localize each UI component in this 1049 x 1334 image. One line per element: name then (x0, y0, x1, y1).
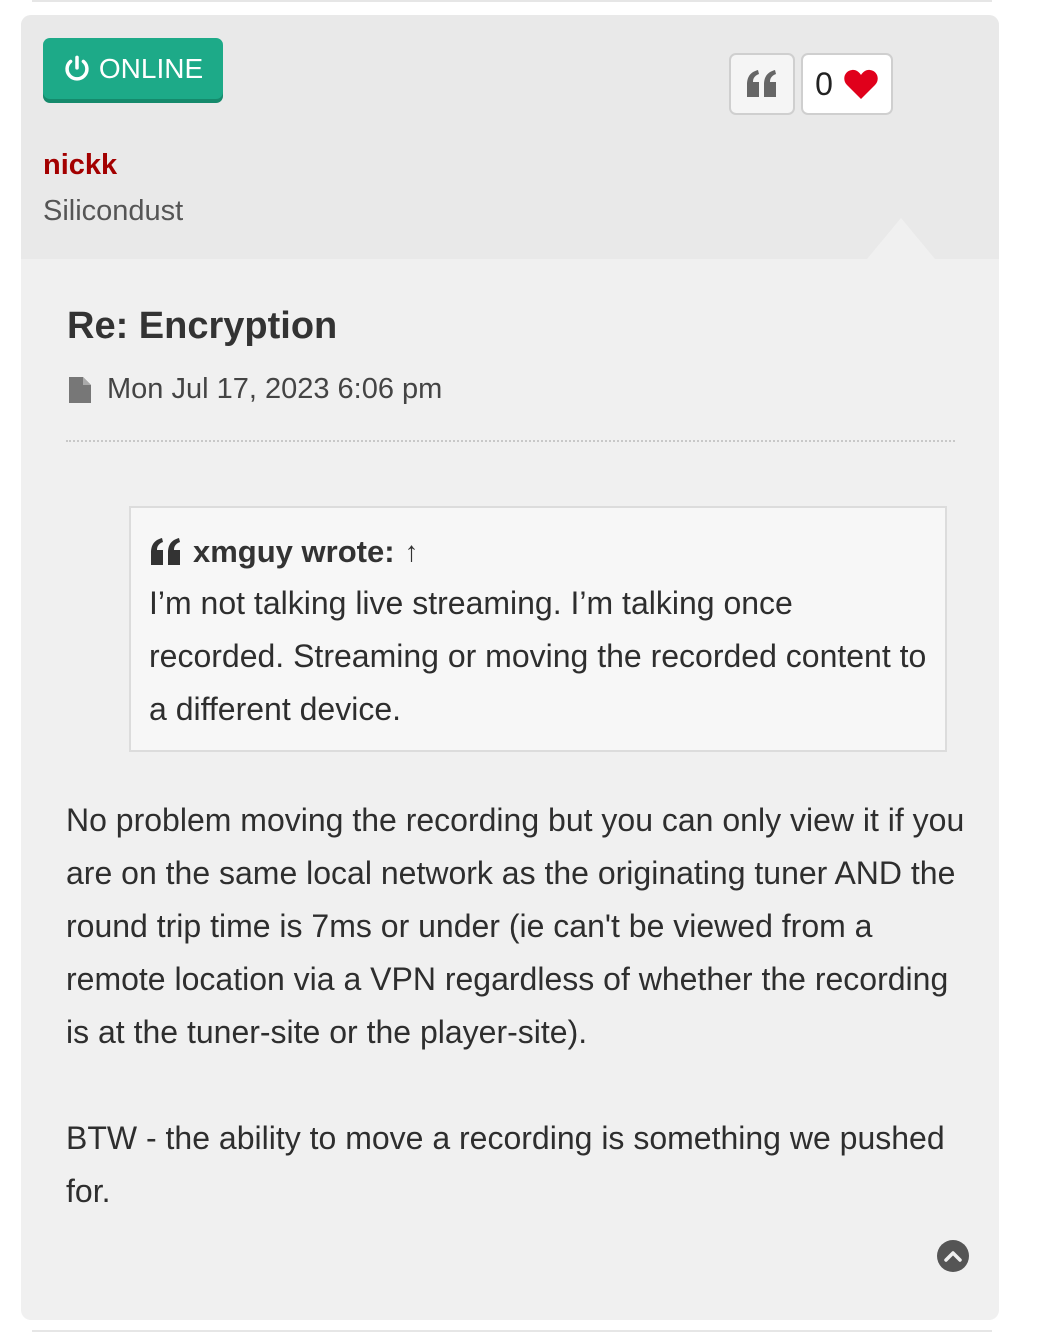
quote-button[interactable] (729, 53, 795, 115)
post-meta: Mon Jul 17, 2023 6:06 pm (67, 373, 442, 406)
bottom-divider (32, 1330, 992, 1332)
quote-header: xmguy wrote: ↑ (149, 530, 927, 574)
post-title[interactable]: Re: Encryption (67, 305, 337, 348)
quote-icon (747, 70, 776, 97)
document-icon (69, 376, 91, 403)
username-link[interactable]: nickk (43, 149, 117, 182)
top-divider (32, 0, 992, 2)
meta-divider (66, 440, 955, 442)
power-icon (65, 55, 89, 81)
quote-text: I’m not talking live streaming. I’m talk… (149, 585, 927, 727)
go-to-quoted-post-link[interactable]: ↑ (405, 536, 419, 568)
quote-icon (151, 538, 180, 565)
online-status-badge: ONLINE (43, 38, 223, 99)
back-to-top-button[interactable] (937, 1240, 969, 1272)
user-rank: Silicondust (43, 195, 184, 227)
post-card: ONLINE nickk Silicondust 0 Re: Encryptio… (21, 15, 999, 1320)
post-body-paragraph: No problem moving the recording but you … (66, 802, 965, 1050)
profile-notch (867, 218, 935, 259)
chevron-up-icon (944, 1251, 962, 1262)
post-body-paragraph: BTW - the ability to move a recording is… (66, 1120, 945, 1209)
post-profile: ONLINE nickk Silicondust 0 (21, 15, 999, 259)
post-body: No problem moving the recording but you … (66, 794, 966, 1218)
like-button[interactable]: 0 (801, 53, 893, 115)
post-date: Mon Jul 17, 2023 6:06 pm (107, 373, 443, 405)
quote-block: xmguy wrote: ↑ I’m not talking live stre… (129, 506, 947, 752)
online-status-label: ONLINE (98, 52, 204, 84)
like-count: 0 (815, 65, 833, 102)
quote-author: xmguy wrote: (193, 534, 395, 569)
heart-icon (844, 69, 878, 99)
